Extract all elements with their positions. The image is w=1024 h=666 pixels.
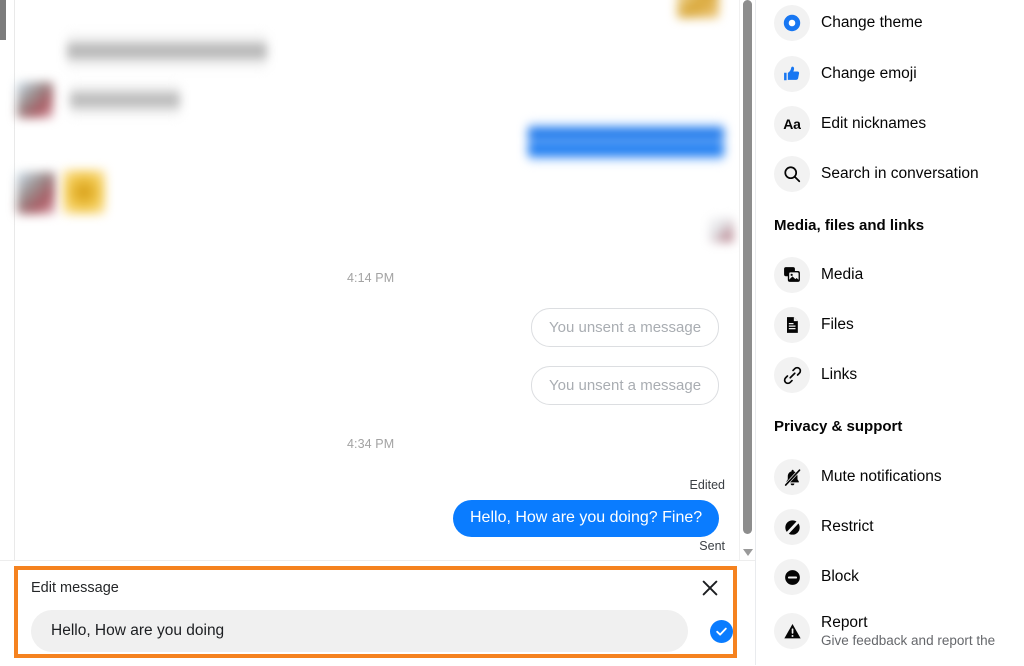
edit-message-panel: Edit message <box>14 566 737 658</box>
restrict-slash-icon <box>774 509 810 545</box>
sent-message-bubble[interactable]: Hello, How are you doing? Fine? <box>453 500 720 537</box>
redacted-incoming-bubble-2 <box>70 84 180 116</box>
sent-status-label: Sent <box>699 539 725 553</box>
sidebar-item-files[interactable]: Files <box>756 300 1024 350</box>
media-photos-icon <box>774 257 810 293</box>
timestamp-1: 4:14 PM <box>347 271 395 285</box>
window-scrollbar-left-thumb[interactable] <box>0 0 6 40</box>
sidebar-item-block[interactable]: Block <box>756 552 1024 602</box>
sidebar-item-links[interactable]: Links <box>756 350 1024 400</box>
sidebar-item-label: Files <box>821 316 854 333</box>
sidebar-item-label: Links <box>821 366 858 383</box>
sidebar-item-label: Report <box>821 614 868 631</box>
sidebar-item-label: Edit nicknames <box>821 115 927 132</box>
redacted-incoming-bubble-1 <box>67 33 267 69</box>
sidebar-item-label: Change emoji <box>821 65 917 82</box>
sidebar-item-label: Change theme <box>821 14 923 31</box>
edit-message-container: Edit message <box>0 560 755 666</box>
sidebar-item-report-text: Report Give feedback and report the <box>821 614 995 648</box>
redacted-reaction-small <box>709 218 733 242</box>
sidebar-item-search-in-conversation[interactable]: Search in conversation <box>756 149 1024 199</box>
redacted-avatar-2 <box>17 172 55 214</box>
chat-scroll-down-arrow[interactable] <box>743 549 753 556</box>
edit-message-header: Edit message <box>18 570 733 608</box>
unsent-message-bubble-1[interactable]: You unsent a message <box>531 308 720 347</box>
unsent-message-bubble-2[interactable]: You unsent a message <box>531 366 720 405</box>
sidebar-item-sublabel: Give feedback and report the <box>821 633 996 648</box>
bell-slash-icon <box>774 459 810 495</box>
theme-circle-icon <box>774 5 810 41</box>
sidebar-item-change-emoji[interactable]: Change emoji <box>756 49 1024 99</box>
thumbs-up-icon <box>774 56 810 92</box>
sidebar-item-report[interactable]: Report Give feedback and report the <box>756 602 1024 660</box>
sidebar-item-restrict[interactable]: Restrict <box>756 502 1024 552</box>
warning-triangle-icon <box>774 613 810 649</box>
link-chain-icon <box>774 357 810 393</box>
block-minus-circle-icon <box>774 559 810 595</box>
redacted-reaction-top-right <box>677 0 719 18</box>
check-circle-icon[interactable] <box>710 620 733 643</box>
search-icon <box>774 156 810 192</box>
sidebar-item-media[interactable]: Media <box>756 250 1024 300</box>
redacted-emoji-yellow <box>63 170 105 214</box>
sidebar-heading-privacy-support: Privacy & support <box>774 418 903 435</box>
edited-label: Edited <box>689 478 725 492</box>
sidebar-item-label: Media <box>821 266 864 283</box>
aa-text-icon: Aa <box>774 106 810 142</box>
sidebar-item-label: Search in conversation <box>821 165 979 182</box>
redacted-outgoing-bubble-blue <box>528 123 724 161</box>
file-document-icon <box>774 307 810 343</box>
sidebar-item-edit-nicknames[interactable]: Aa Edit nicknames <box>756 99 1024 149</box>
messenger-window: 4:14 PM 4:34 PM You unsent a message You… <box>0 0 1024 666</box>
message-list: 4:14 PM 4:34 PM You unsent a message You… <box>15 0 740 560</box>
conversation-details-sidebar: Change theme Change emoji Aa Edit nickna… <box>755 0 1024 665</box>
close-icon[interactable] <box>699 577 721 599</box>
sidebar-item-change-theme[interactable]: Change theme <box>756 0 1024 48</box>
edit-message-input-row <box>18 608 733 656</box>
sidebar-item-label: Block <box>821 568 859 585</box>
aa-glyph: Aa <box>783 116 801 132</box>
sidebar-heading-media-files-links: Media, files and links <box>774 217 925 234</box>
timestamp-2: 4:34 PM <box>347 437 395 451</box>
chat-scrollbar-thumb[interactable] <box>743 0 752 534</box>
redacted-avatar-1 <box>17 82 53 118</box>
sidebar-item-label: Restrict <box>821 518 874 535</box>
edit-message-input[interactable] <box>31 610 688 652</box>
edit-message-title: Edit message <box>31 580 119 596</box>
sidebar-item-mute-notifications[interactable]: Mute notifications <box>756 452 1024 502</box>
chat-scrollbar[interactable] <box>739 0 755 560</box>
sidebar-item-label: Mute notifications <box>821 468 942 485</box>
